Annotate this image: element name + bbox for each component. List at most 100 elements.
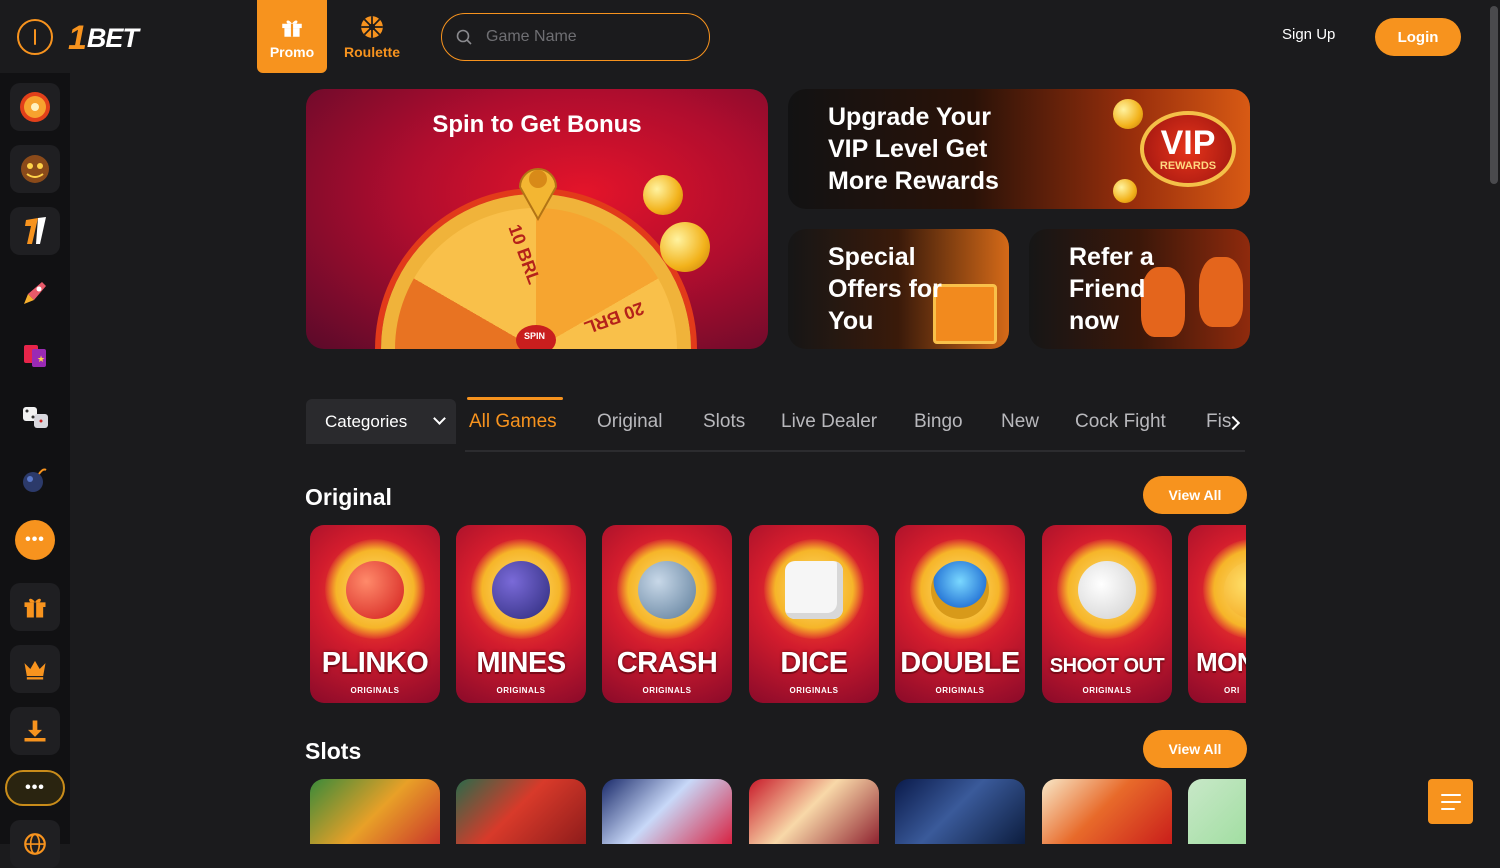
- sidebar: ★ ••• •••: [0, 73, 70, 868]
- trophy-gems-image: [931, 561, 989, 619]
- sidebar-item-rocket[interactable]: [10, 269, 60, 317]
- tab-original[interactable]: Original: [597, 411, 662, 433]
- category-tabs: All Games Original Slots Live Dealer Bin…: [465, 397, 1245, 452]
- coin-image: [1113, 179, 1137, 203]
- tab-live-dealer[interactable]: Live Dealer: [781, 411, 877, 433]
- search-box[interactable]: [441, 13, 710, 61]
- vip-rewards-badge: VIP REWARDS: [1140, 111, 1236, 187]
- menu-toggle-icon[interactable]: [17, 19, 53, 55]
- banner-refer-line3: now: [1069, 307, 1119, 335]
- top-bar: 1BET Promo Roulette Sign Up Login: [0, 0, 1500, 73]
- slot-game-card[interactable]: [602, 779, 732, 844]
- sidebar-item-1bet[interactable]: [10, 207, 60, 255]
- scrollbar-thumb[interactable]: [1490, 6, 1498, 184]
- slot-game-card[interactable]: [1188, 779, 1246, 844]
- slot-game-card[interactable]: [310, 779, 440, 844]
- cards-icon: ★: [24, 345, 46, 367]
- game-card-crash[interactable]: CRASH ORIGINALS: [602, 525, 732, 703]
- coin-image: [1113, 99, 1143, 129]
- logo-digit: 1: [68, 18, 87, 57]
- sign-up-link[interactable]: Sign Up: [1282, 26, 1335, 43]
- tab-slots[interactable]: Slots: [703, 411, 745, 433]
- dice-icon: [23, 407, 48, 428]
- wheel-pointer-icon: [518, 168, 558, 221]
- slot-game-card[interactable]: [895, 779, 1025, 844]
- game-sub: ORIGINALS: [350, 686, 400, 695]
- coin-image: [643, 175, 683, 215]
- tab-bingo[interactable]: Bingo: [914, 411, 963, 433]
- mine-bomb-image: [492, 561, 550, 619]
- game-card-plinko[interactable]: PLINKO ORIGINALS: [310, 525, 440, 703]
- game-name: MINES: [476, 647, 566, 679]
- game-sub: ORIGINALS: [496, 686, 546, 695]
- site-logo[interactable]: 1 BET: [68, 18, 139, 58]
- coin-image: [660, 222, 710, 272]
- tab-new[interactable]: New: [1001, 411, 1039, 433]
- game-card-shoot-out[interactable]: SHOOT OUT ORIGINALS: [1042, 525, 1172, 703]
- page-scrollbar[interactable]: [1488, 0, 1500, 844]
- game-card-double[interactable]: DOUBLE ORIGINALS: [895, 525, 1025, 703]
- categories-dropdown[interactable]: Categories: [306, 399, 456, 444]
- login-button[interactable]: Login: [1375, 18, 1461, 56]
- banner-vip-text: Upgrade Your VIP Level Get More Rewards: [828, 101, 999, 197]
- 1bet-logo-icon: [25, 217, 46, 244]
- sidebar-item-download[interactable]: [10, 707, 60, 755]
- game-sub: ORI: [1224, 686, 1240, 695]
- sidebar-item-monster[interactable]: [10, 145, 60, 193]
- sidebar-item-vip[interactable]: [10, 645, 60, 693]
- gift-box-image: [933, 284, 997, 344]
- roulette-icon: [361, 15, 383, 38]
- game-name: MON: [1196, 647, 1246, 677]
- banner-refer-friend[interactable]: Refer a Friend now: [1029, 229, 1250, 349]
- banner-special-offers[interactable]: Special Offers for You: [788, 229, 1009, 349]
- search-input[interactable]: [486, 28, 686, 46]
- vip-badge-sub: REWARDS: [1159, 160, 1217, 172]
- banner-offers-line3: You: [828, 307, 874, 335]
- banner-offers-line1: Special: [828, 243, 916, 271]
- bomb-icon: [23, 468, 47, 492]
- tab-cock-fight[interactable]: Cock Fight: [1075, 411, 1166, 433]
- view-all-original-button[interactable]: View All: [1143, 476, 1247, 514]
- sidebar-item-bomb[interactable]: [10, 455, 60, 503]
- banner-refer-text: Refer a Friend now: [1069, 241, 1154, 337]
- game-sub: ORIGINALS: [642, 686, 692, 695]
- sidebar-item-dice[interactable]: [10, 393, 60, 441]
- slot-game-card[interactable]: [456, 779, 586, 844]
- sidebar-item-language[interactable]: [10, 820, 60, 868]
- monster-game-icon: [21, 155, 49, 183]
- vip-badge-main: VIP: [1160, 124, 1216, 162]
- section-title-original: Original: [305, 484, 392, 510]
- gift-icon: [24, 598, 46, 618]
- tab-all-games[interactable]: All Games: [469, 411, 557, 433]
- nav-tab-promo[interactable]: Promo: [257, 0, 327, 73]
- view-all-slots-button[interactable]: View All: [1143, 730, 1247, 768]
- active-tab-indicator: [467, 397, 563, 400]
- nav-tab-roulette-label: Roulette: [344, 43, 400, 60]
- game-name: SHOOT OUT: [1049, 655, 1165, 677]
- slot-game-card[interactable]: [749, 779, 879, 844]
- banner-offers-line2: Offers for: [828, 275, 942, 303]
- dice-image: [785, 561, 843, 619]
- hamburger-line: [1440, 807, 1455, 810]
- svg-text:★: ★: [37, 355, 45, 365]
- nav-tab-roulette[interactable]: Roulette: [337, 0, 407, 73]
- sidebar-item-roulette[interactable]: [10, 83, 60, 131]
- categories-dropdown-label: Categories: [325, 411, 408, 431]
- sidebar-more-button[interactable]: •••: [15, 520, 55, 560]
- banner-refer-line1: Refer a: [1069, 243, 1154, 271]
- game-card-mines[interactable]: MINES ORIGINALS: [456, 525, 586, 703]
- slot-game-card[interactable]: [1042, 779, 1172, 844]
- banner-spin-bonus[interactable]: 10 BRL 20 BRL SPIN Spin to Get Bonus: [306, 89, 768, 349]
- sidebar-item-gift[interactable]: [10, 583, 60, 631]
- sidebar-item-cards[interactable]: ★: [10, 331, 60, 379]
- chevron-right-icon[interactable]: [1226, 412, 1240, 434]
- chevron-down-icon: [433, 412, 446, 425]
- game-name: CRASH: [616, 647, 718, 679]
- sidebar-more-button-2[interactable]: •••: [5, 770, 65, 806]
- slots-games-row: [310, 779, 1246, 844]
- banner-spin-title: Spin to Get Bonus: [432, 111, 642, 138]
- game-card-monster[interactable]: MON ORI: [1188, 525, 1246, 703]
- banner-vip[interactable]: Upgrade Your VIP Level Get More Rewards …: [788, 89, 1250, 209]
- game-card-dice[interactable]: DICE ORIGINALS: [749, 525, 879, 703]
- floating-menu-button[interactable]: [1428, 779, 1473, 824]
